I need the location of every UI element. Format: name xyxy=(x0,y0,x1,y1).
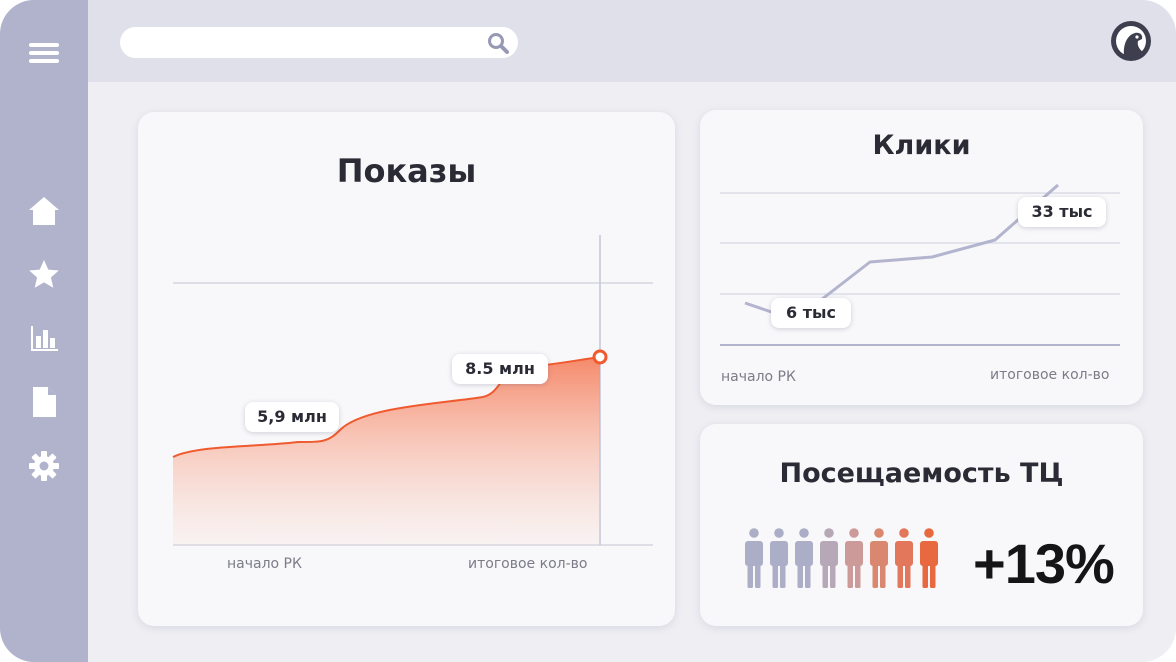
traffic-title: Посещаемость ТЦ xyxy=(779,458,1064,489)
impressions-card: Показы 5,9 млн 8.5 млн начало РК итогово… xyxy=(138,112,675,626)
x-axis-end-label: итоговое кол-во xyxy=(468,556,588,572)
gear-icon[interactable] xyxy=(28,450,60,482)
endpoint-marker[interactable] xyxy=(592,349,608,365)
menu-icon[interactable] xyxy=(28,37,60,69)
search-icon[interactable] xyxy=(486,31,510,55)
top-bar xyxy=(88,0,1176,82)
person-icon xyxy=(745,528,763,588)
sidebar xyxy=(0,0,88,662)
home-icon[interactable] xyxy=(28,195,60,227)
person-icon xyxy=(870,528,888,588)
document-icon[interactable] xyxy=(28,386,60,418)
impressions-chart xyxy=(172,235,653,546)
app-window: Показы 5,9 млн 8.5 млн начало РК итогово… xyxy=(0,0,1176,662)
traffic-value: +13% xyxy=(973,532,1115,595)
clicks-chart xyxy=(720,183,1120,346)
clicks-card: Клики 6 тыс 33 тыс начало РК итоговое ко… xyxy=(700,110,1143,405)
value-tag: 6 тыс xyxy=(771,298,851,328)
star-icon[interactable] xyxy=(28,259,60,291)
search-bar[interactable] xyxy=(120,27,518,58)
value-tag: 33 тыс xyxy=(1018,197,1106,227)
impressions-area xyxy=(173,357,600,545)
traffic-card: Посещаемость ТЦ +13% xyxy=(700,424,1143,626)
person-icon xyxy=(820,528,838,588)
bar-chart-icon[interactable] xyxy=(28,322,60,354)
people-icons xyxy=(745,528,938,588)
x-axis-end-label: итоговое кол-во xyxy=(990,367,1110,383)
person-icon xyxy=(770,528,788,588)
value-tag: 8.5 млн xyxy=(452,354,548,384)
person-icon xyxy=(845,528,863,588)
avatar-icon[interactable] xyxy=(1110,20,1152,62)
value-tag: 5,9 млн xyxy=(245,402,339,432)
person-icon xyxy=(895,528,913,588)
x-axis-start-label: начало РК xyxy=(721,369,796,385)
x-axis-start-label: начало РК xyxy=(227,556,302,572)
person-icon xyxy=(920,528,938,588)
person-icon xyxy=(795,528,813,588)
